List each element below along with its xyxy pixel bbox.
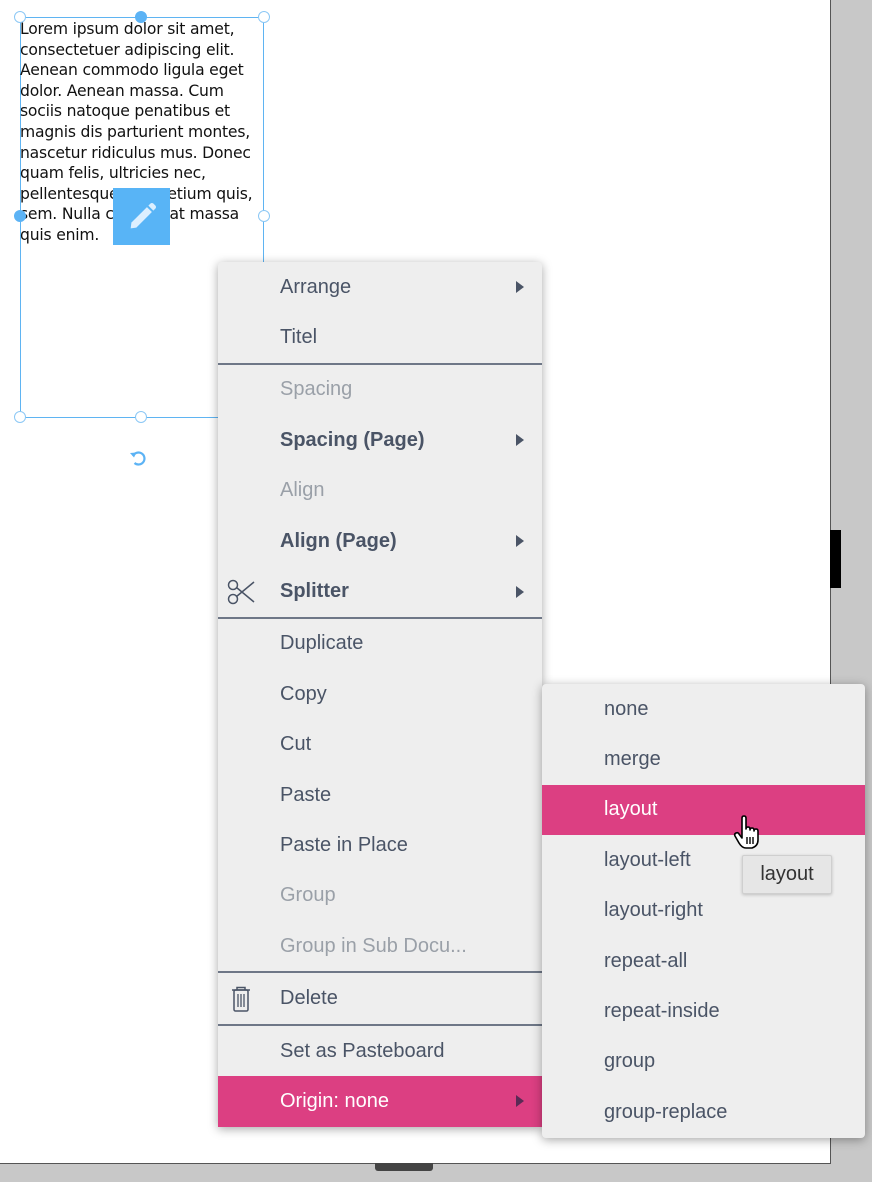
menu-item-label: Set as Pasteboard <box>280 1039 445 1062</box>
edit-text-button[interactable] <box>113 188 170 245</box>
menu-item-label: Delete <box>280 987 338 1010</box>
menu-item-group-in-sub-document: Group in Sub Docu... <box>218 921 542 971</box>
submenu-item-label: layout <box>604 798 658 821</box>
submenu-item-group-replace[interactable]: group-replace <box>542 1087 865 1137</box>
menu-item-label: Paste in Place <box>280 833 408 856</box>
menu-item-label: Align <box>280 479 325 502</box>
menu-item-label: Duplicate <box>280 632 364 655</box>
submenu-item-group[interactable]: group <box>542 1037 865 1087</box>
submenu-item-label: merge <box>604 748 661 771</box>
rotate-icon[interactable] <box>128 448 148 468</box>
submenu-item-label: layout-right <box>604 899 703 922</box>
submenu-arrow-icon <box>516 1095 524 1108</box>
context-menu: Arrange Titel Spacing Spacing (Page) Ali… <box>218 262 542 1127</box>
menu-item-cut[interactable]: Cut <box>218 720 542 770</box>
menu-item-set-as-pasteboard[interactable]: Set as Pasteboard <box>218 1026 542 1076</box>
menu-item-label: Spacing <box>280 378 353 401</box>
menu-item-label: Titel <box>280 326 318 349</box>
menu-item-group: Group <box>218 871 542 921</box>
pencil-icon <box>130 202 156 228</box>
submenu-item-layout[interactable]: layout <box>542 784 865 836</box>
submenu-item-label: repeat-all <box>604 949 688 972</box>
menu-item-spacing-page[interactable]: Spacing (Page) <box>218 415 542 465</box>
menu-item-label: Cut <box>280 733 312 756</box>
menu-item-label: Splitter <box>280 580 349 603</box>
hand-pointer-cursor-icon <box>733 815 759 849</box>
menu-item-titel[interactable]: Titel <box>218 312 542 362</box>
submenu-arrow-icon <box>516 585 524 598</box>
menu-item-label: Group in Sub Docu... <box>280 934 467 957</box>
origin-submenu: none merge layout layout-left layout-rig… <box>542 684 865 1138</box>
menu-item-duplicate[interactable]: Duplicate <box>218 619 542 669</box>
menu-item-align: Align <box>218 466 542 516</box>
submenu-arrow-icon <box>516 434 524 447</box>
menu-item-label: Paste <box>280 783 332 806</box>
submenu-item-label: layout-left <box>604 848 691 871</box>
submenu-item-repeat-inside[interactable]: repeat-inside <box>542 986 865 1036</box>
resize-handle-top[interactable] <box>135 11 147 23</box>
menu-item-label: Group <box>280 884 336 907</box>
menu-item-origin[interactable]: Origin: none <box>218 1076 542 1127</box>
bottom-scroll-handle[interactable] <box>375 1163 433 1171</box>
text-frame-border-bottom <box>20 417 220 418</box>
menu-item-align-page[interactable]: Align (Page) <box>218 516 542 566</box>
resize-handle-top-right[interactable] <box>258 11 270 23</box>
menu-item-paste-in-place[interactable]: Paste in Place <box>218 820 542 870</box>
resize-handle-top-left[interactable] <box>14 11 26 23</box>
trash-icon <box>232 986 250 1012</box>
scissors-icon <box>227 579 255 604</box>
submenu-item-label: group <box>604 1050 656 1073</box>
resize-handle-right[interactable] <box>258 210 270 222</box>
submenu-item-repeat-all[interactable]: repeat-all <box>542 936 865 986</box>
menu-item-label: Align (Page) <box>280 529 397 552</box>
menu-item-label: Origin: none <box>280 1089 389 1112</box>
menu-item-paste[interactable]: Paste <box>218 770 542 820</box>
submenu-item-label: group-replace <box>604 1100 728 1123</box>
menu-item-label: Spacing (Page) <box>280 428 425 451</box>
menu-item-label: Arrange <box>280 275 352 298</box>
submenu-item-label: repeat-inside <box>604 1000 720 1023</box>
menu-item-copy[interactable]: Copy <box>218 669 542 719</box>
menu-item-spacing: Spacing <box>218 365 542 415</box>
submenu-item-none[interactable]: none <box>542 684 865 734</box>
submenu-arrow-icon <box>516 535 524 548</box>
submenu-item-merge[interactable]: merge <box>542 734 865 784</box>
submenu-item-label: none <box>604 697 649 720</box>
menu-item-delete[interactable]: Delete <box>218 973 542 1023</box>
tooltip: layout <box>742 855 832 894</box>
resize-handle-left[interactable] <box>14 210 26 222</box>
menu-item-label: Copy <box>280 682 327 705</box>
resize-handle-bottom[interactable] <box>135 411 147 423</box>
menu-item-arrange[interactable]: Arrange <box>218 262 542 312</box>
menu-item-splitter[interactable]: Splitter <box>218 566 542 616</box>
submenu-arrow-icon <box>516 281 524 294</box>
page-edge-marker <box>830 530 841 588</box>
resize-handle-bottom-left[interactable] <box>14 411 26 423</box>
